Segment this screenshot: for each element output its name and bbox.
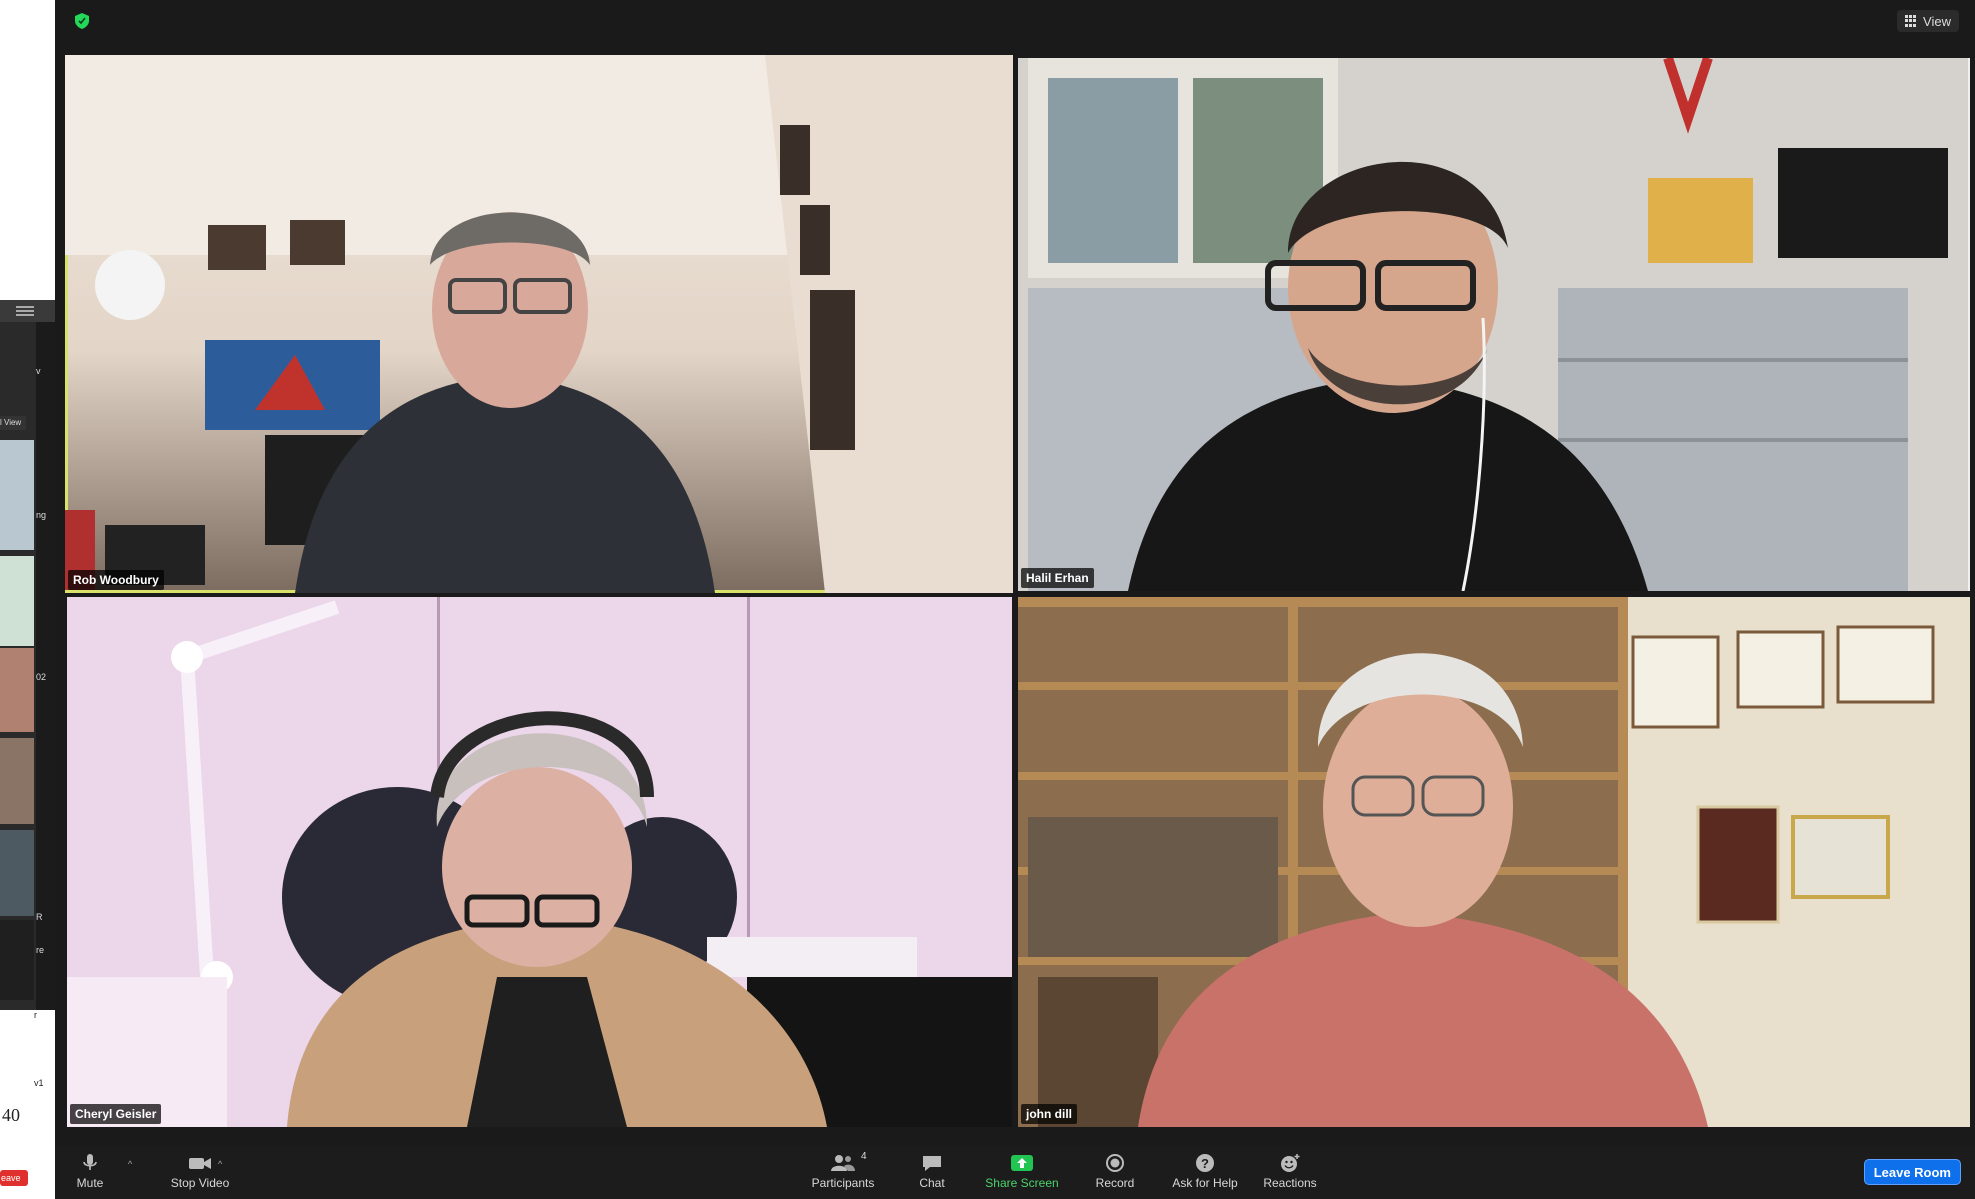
video-camera-icon <box>189 1158 211 1169</box>
reactions-button[interactable]: Reactions <box>1250 1153 1330 1190</box>
reactions-label: Reactions <box>1263 1176 1317 1190</box>
security-shield-icon[interactable] <box>75 13 89 29</box>
help-question-icon: ? <box>1196 1154 1214 1172</box>
background-label: r <box>34 1010 37 1020</box>
participant-name-label: Rob Woodbury <box>68 570 164 590</box>
leave-room-button[interactable]: Leave Room <box>1863 1159 1961 1185</box>
share-screen-label: Share Screen <box>985 1176 1059 1190</box>
background-thumbnail <box>0 738 34 824</box>
participants-button[interactable]: 4 Participants <box>798 1151 888 1190</box>
background-window-strip: l View v ng 02 R re r v1 40 eave <box>0 0 55 1199</box>
video-tile-halil-erhan[interactable]: Halil Erhan <box>1018 58 1970 591</box>
chat-bubble-icon <box>923 1156 941 1171</box>
video-options-chevron-icon[interactable]: ^ <box>218 1159 222 1169</box>
background-label: v <box>36 366 41 376</box>
video-feed <box>65 55 1013 593</box>
video-feed <box>67 597 1012 1127</box>
gallery-grid-icon <box>1905 15 1917 27</box>
background-thumbnail <box>0 830 34 916</box>
chat-label: Chat <box>919 1176 945 1190</box>
background-window-toolbar <box>0 300 55 322</box>
background-thumbnail <box>0 440 34 550</box>
participant-name-label: Cheryl Geisler <box>70 1104 162 1124</box>
video-tile-cheryl-geisler[interactable]: Cheryl Geisler <box>67 597 1012 1127</box>
view-button[interactable]: View <box>1897 10 1959 32</box>
background-thumbnail <box>0 920 34 1000</box>
participants-label: Participants <box>811 1176 875 1190</box>
share-screen-icon <box>1011 1155 1033 1171</box>
participants-icon <box>831 1155 855 1171</box>
chat-button[interactable]: Chat <box>907 1153 957 1190</box>
ask-for-help-label: Ask for Help <box>1172 1176 1238 1190</box>
meeting-toolbar: Mute ^ Stop Video ^ 4 Participants Chat … <box>55 1145 1975 1199</box>
mute-button[interactable]: Mute <box>65 1153 115 1190</box>
svg-text:?: ? <box>1201 1156 1209 1171</box>
background-page-number: 40 <box>2 1105 20 1125</box>
reactions-smiley-icon <box>1281 1154 1300 1172</box>
background-thumbnail <box>0 556 34 646</box>
record-button[interactable]: Record <box>1085 1153 1145 1190</box>
meeting-window: View Rob Woodbury Halil Erhan Cheryl Gei… <box>55 0 1975 1199</box>
participants-count: 4 <box>861 1151 867 1162</box>
video-tile-rob-woodbury[interactable]: Rob Woodbury <box>65 55 1013 593</box>
background-thumbnail <box>0 648 34 732</box>
ask-for-help-button[interactable]: ? Ask for Help <box>1160 1153 1250 1190</box>
background-window-pane <box>0 0 55 300</box>
share-screen-button[interactable]: Share Screen <box>977 1153 1067 1190</box>
record-label: Record <box>1095 1176 1135 1190</box>
participant-name-label: Halil Erhan <box>1021 568 1094 588</box>
background-view-chip: l View <box>0 416 26 430</box>
video-feed <box>1018 597 1970 1127</box>
view-label: View <box>1923 13 1951 29</box>
stop-video-button[interactable]: Stop Video <box>155 1153 245 1190</box>
video-feed <box>1018 58 1970 591</box>
background-label: ng <box>36 510 47 520</box>
background-label: 02 <box>36 672 47 682</box>
background-label: v1 <box>34 1078 44 1088</box>
background-label: re <box>36 945 45 955</box>
background-leave-button: eave <box>0 1170 28 1186</box>
microphone-icon <box>83 1154 97 1170</box>
record-icon <box>1106 1154 1124 1172</box>
background-label: R <box>36 912 43 922</box>
participant-name-label: john dill <box>1021 1104 1077 1124</box>
audio-options-chevron-icon[interactable]: ^ <box>128 1159 132 1169</box>
stop-video-label: Stop Video <box>170 1176 230 1190</box>
mute-label: Mute <box>76 1176 104 1190</box>
video-tile-john-dill[interactable]: john dill <box>1018 597 1970 1127</box>
